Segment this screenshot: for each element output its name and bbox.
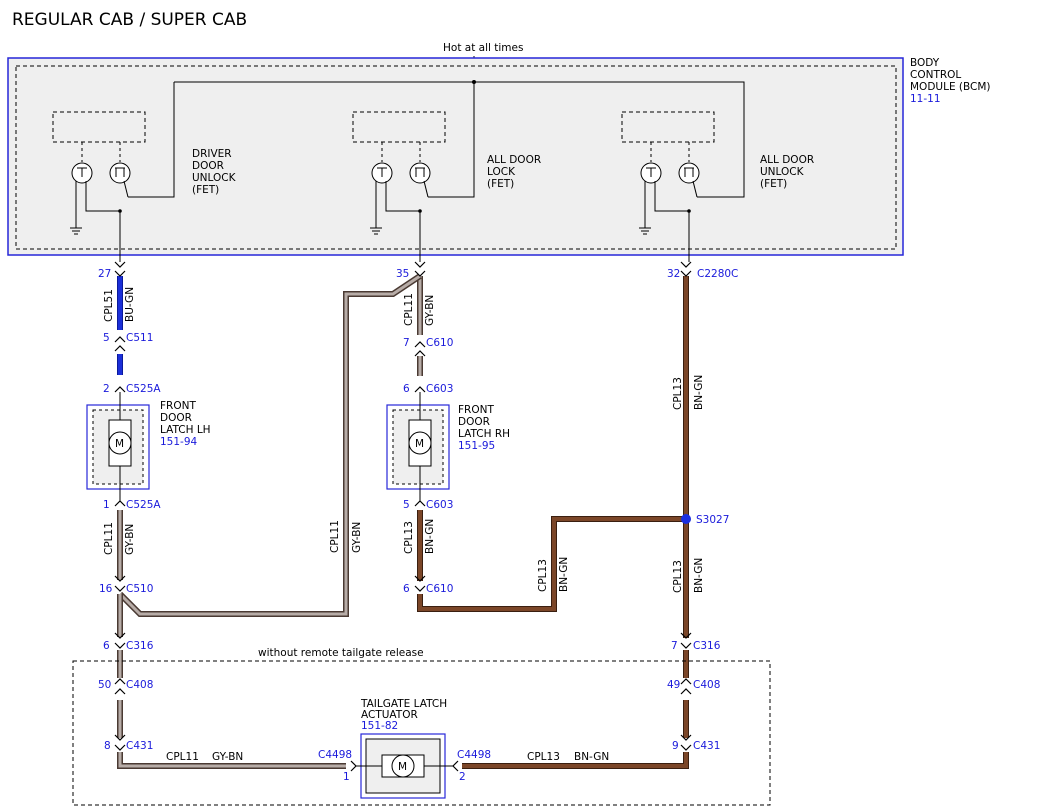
pin-c431-left: 8 <box>104 740 111 752</box>
fet1-l3: UNLOCK <box>192 172 237 184</box>
motor-tailgate-symbol: M <box>398 761 407 773</box>
latch-lh-l3: LATCH LH <box>160 424 211 436</box>
fet1-l4: (FET) <box>192 184 219 196</box>
fet2-l3: (FET) <box>487 178 514 190</box>
name-c511: C511 <box>126 332 153 344</box>
wires <box>117 273 689 769</box>
name-c525a-top: C525A <box>126 383 161 395</box>
fet1-l1: DRIVER <box>192 148 232 160</box>
wl-cpl11-top-color: GY-BN <box>424 295 436 326</box>
name-c2280c: C2280C <box>697 268 738 280</box>
tailgate-latch-actuator: M TAILGATE LATCH ACTUATOR 151-82 <box>356 698 453 799</box>
wl-cpl13-jog-color: BN-GN <box>558 557 570 592</box>
wl-cpl11-bottom-circ: CPL11 <box>166 751 199 763</box>
wl-cpl11-cross-circ: CPL11 <box>329 520 341 553</box>
pin-c525a-bot: 1 <box>103 499 110 511</box>
motor-lh-symbol: M <box>115 438 124 450</box>
fet3-l1: ALL DOOR <box>760 154 814 166</box>
wl-cpl13-bottom-circ: CPL13 <box>527 751 560 763</box>
latch-rh-ref: 151-95 <box>458 440 495 452</box>
pin-c4498-left: 1 <box>343 771 350 783</box>
wl-cpl13-rh-color: BN-GN <box>424 519 436 554</box>
motor-rh-symbol: M <box>415 438 424 450</box>
pin-c510: 16 <box>99 583 113 595</box>
wire-cpl11-gy <box>117 273 423 769</box>
wl-cpl13-top-color: BN-GN <box>693 375 705 410</box>
name-c603-bot: C603 <box>426 499 453 511</box>
pin-c511: 5 <box>103 332 110 344</box>
latch-lh-ref: 151-94 <box>160 436 198 448</box>
page-title: REGULAR CAB / SUPER CAB <box>12 10 247 30</box>
latch-rh-l1: FRONT <box>458 404 494 416</box>
name-c316-left: C316 <box>126 640 154 652</box>
pin-c603-bot: 5 <box>403 499 410 511</box>
pin-c610-bot: 6 <box>403 583 410 595</box>
name-c408-right: C408 <box>693 679 720 691</box>
pin-c408-left: 50 <box>98 679 111 691</box>
name-c610-top: C610 <box>426 337 453 349</box>
latch-rh-l3: LATCH RH <box>458 428 510 440</box>
fet2-l1: ALL DOOR <box>487 154 541 166</box>
name-c4498-right: C4498 <box>457 749 491 761</box>
wl-cpl11-top-circ: CPL11 <box>403 293 415 326</box>
bcm-ref: 11-11 <box>910 93 941 105</box>
name-c4498-left: C4498 <box>318 749 352 761</box>
wl-cpl13-right-color: BN-GN <box>693 558 705 593</box>
bcm-label-2: CONTROL <box>910 69 961 81</box>
name-s3027: S3027 <box>696 514 729 526</box>
wire-cpl13-bn <box>417 276 689 769</box>
pin-c603-top: 6 <box>403 383 410 395</box>
bcm-label-1: BODY <box>910 57 940 69</box>
pin-c316-left: 6 <box>103 640 110 652</box>
pin-c316-right: 7 <box>671 640 678 652</box>
pin-c431-right: 9 <box>672 740 679 752</box>
latch-lh-l2: DOOR <box>160 412 192 424</box>
wire-labels: CPL51 BU-GN CPL11 GY-BN CPL13 BN-GN CPL1… <box>103 287 705 763</box>
wl-cpl13-bottom-color: BN-GN <box>574 751 609 763</box>
pin-c610-top: 7 <box>403 337 410 349</box>
pin-c4498-right: 2 <box>459 771 466 783</box>
wl-cpl51-circ: CPL51 <box>103 289 115 322</box>
pin-27: 27 <box>98 268 111 280</box>
name-c610-bot: C610 <box>426 583 453 595</box>
wl-cpl11-cross-color: GY-BN <box>351 522 363 553</box>
wl-cpl13-right-circ: CPL13 <box>672 560 684 593</box>
wl-cpl13-top-circ: CPL13 <box>672 377 684 410</box>
front-door-latch-rh: M FRONT DOOR LATCH RH 151-95 <box>386 392 510 501</box>
name-c316-right: C316 <box>693 640 721 652</box>
bcm-label-3: MODULE (BCM) <box>910 81 991 93</box>
name-c603-top: C603 <box>426 383 453 395</box>
wl-cpl11-lh-color: GY-BN <box>124 524 136 555</box>
name-c431-right: C431 <box>693 740 720 752</box>
hot-label: Hot at all times <box>443 42 523 54</box>
pin-c408-right: 49 <box>667 679 680 691</box>
fet1-l2: DOOR <box>192 160 224 172</box>
fet3-l2: UNLOCK <box>760 166 805 178</box>
front-door-latch-lh: M FRONT DOOR LATCH LH 151-94 <box>86 392 211 501</box>
name-c510: C510 <box>126 583 153 595</box>
pin-32: 32 <box>667 268 680 280</box>
fet3-l3: (FET) <box>760 178 787 190</box>
name-c431-left: C431 <box>126 740 153 752</box>
fet2-l2: LOCK <box>487 166 516 178</box>
wl-cpl11-lh-circ: CPL11 <box>103 522 115 555</box>
name-c525a-bot: C525A <box>126 499 161 511</box>
wl-cpl11-bottom-color: GY-BN <box>212 751 243 763</box>
latch-rh-l2: DOOR <box>458 416 490 428</box>
splice-s3027 <box>681 514 691 524</box>
wl-cpl51-color: BU-GN <box>124 287 136 322</box>
wl-cpl13-rh-circ: CPL13 <box>403 521 415 554</box>
wl-cpl13-jog-circ: CPL13 <box>537 559 549 592</box>
latch-lh-l1: FRONT <box>160 400 196 412</box>
pin-35: 35 <box>396 268 409 280</box>
name-c408-left: C408 <box>126 679 153 691</box>
tailgate-ref: 151-82 <box>361 720 398 732</box>
option-label: without remote tailgate release <box>258 647 424 659</box>
wiring-diagram: REGULAR CAB / SUPER CAB Hot at all times… <box>7 10 991 806</box>
pin-c525a-top: 2 <box>103 383 110 395</box>
